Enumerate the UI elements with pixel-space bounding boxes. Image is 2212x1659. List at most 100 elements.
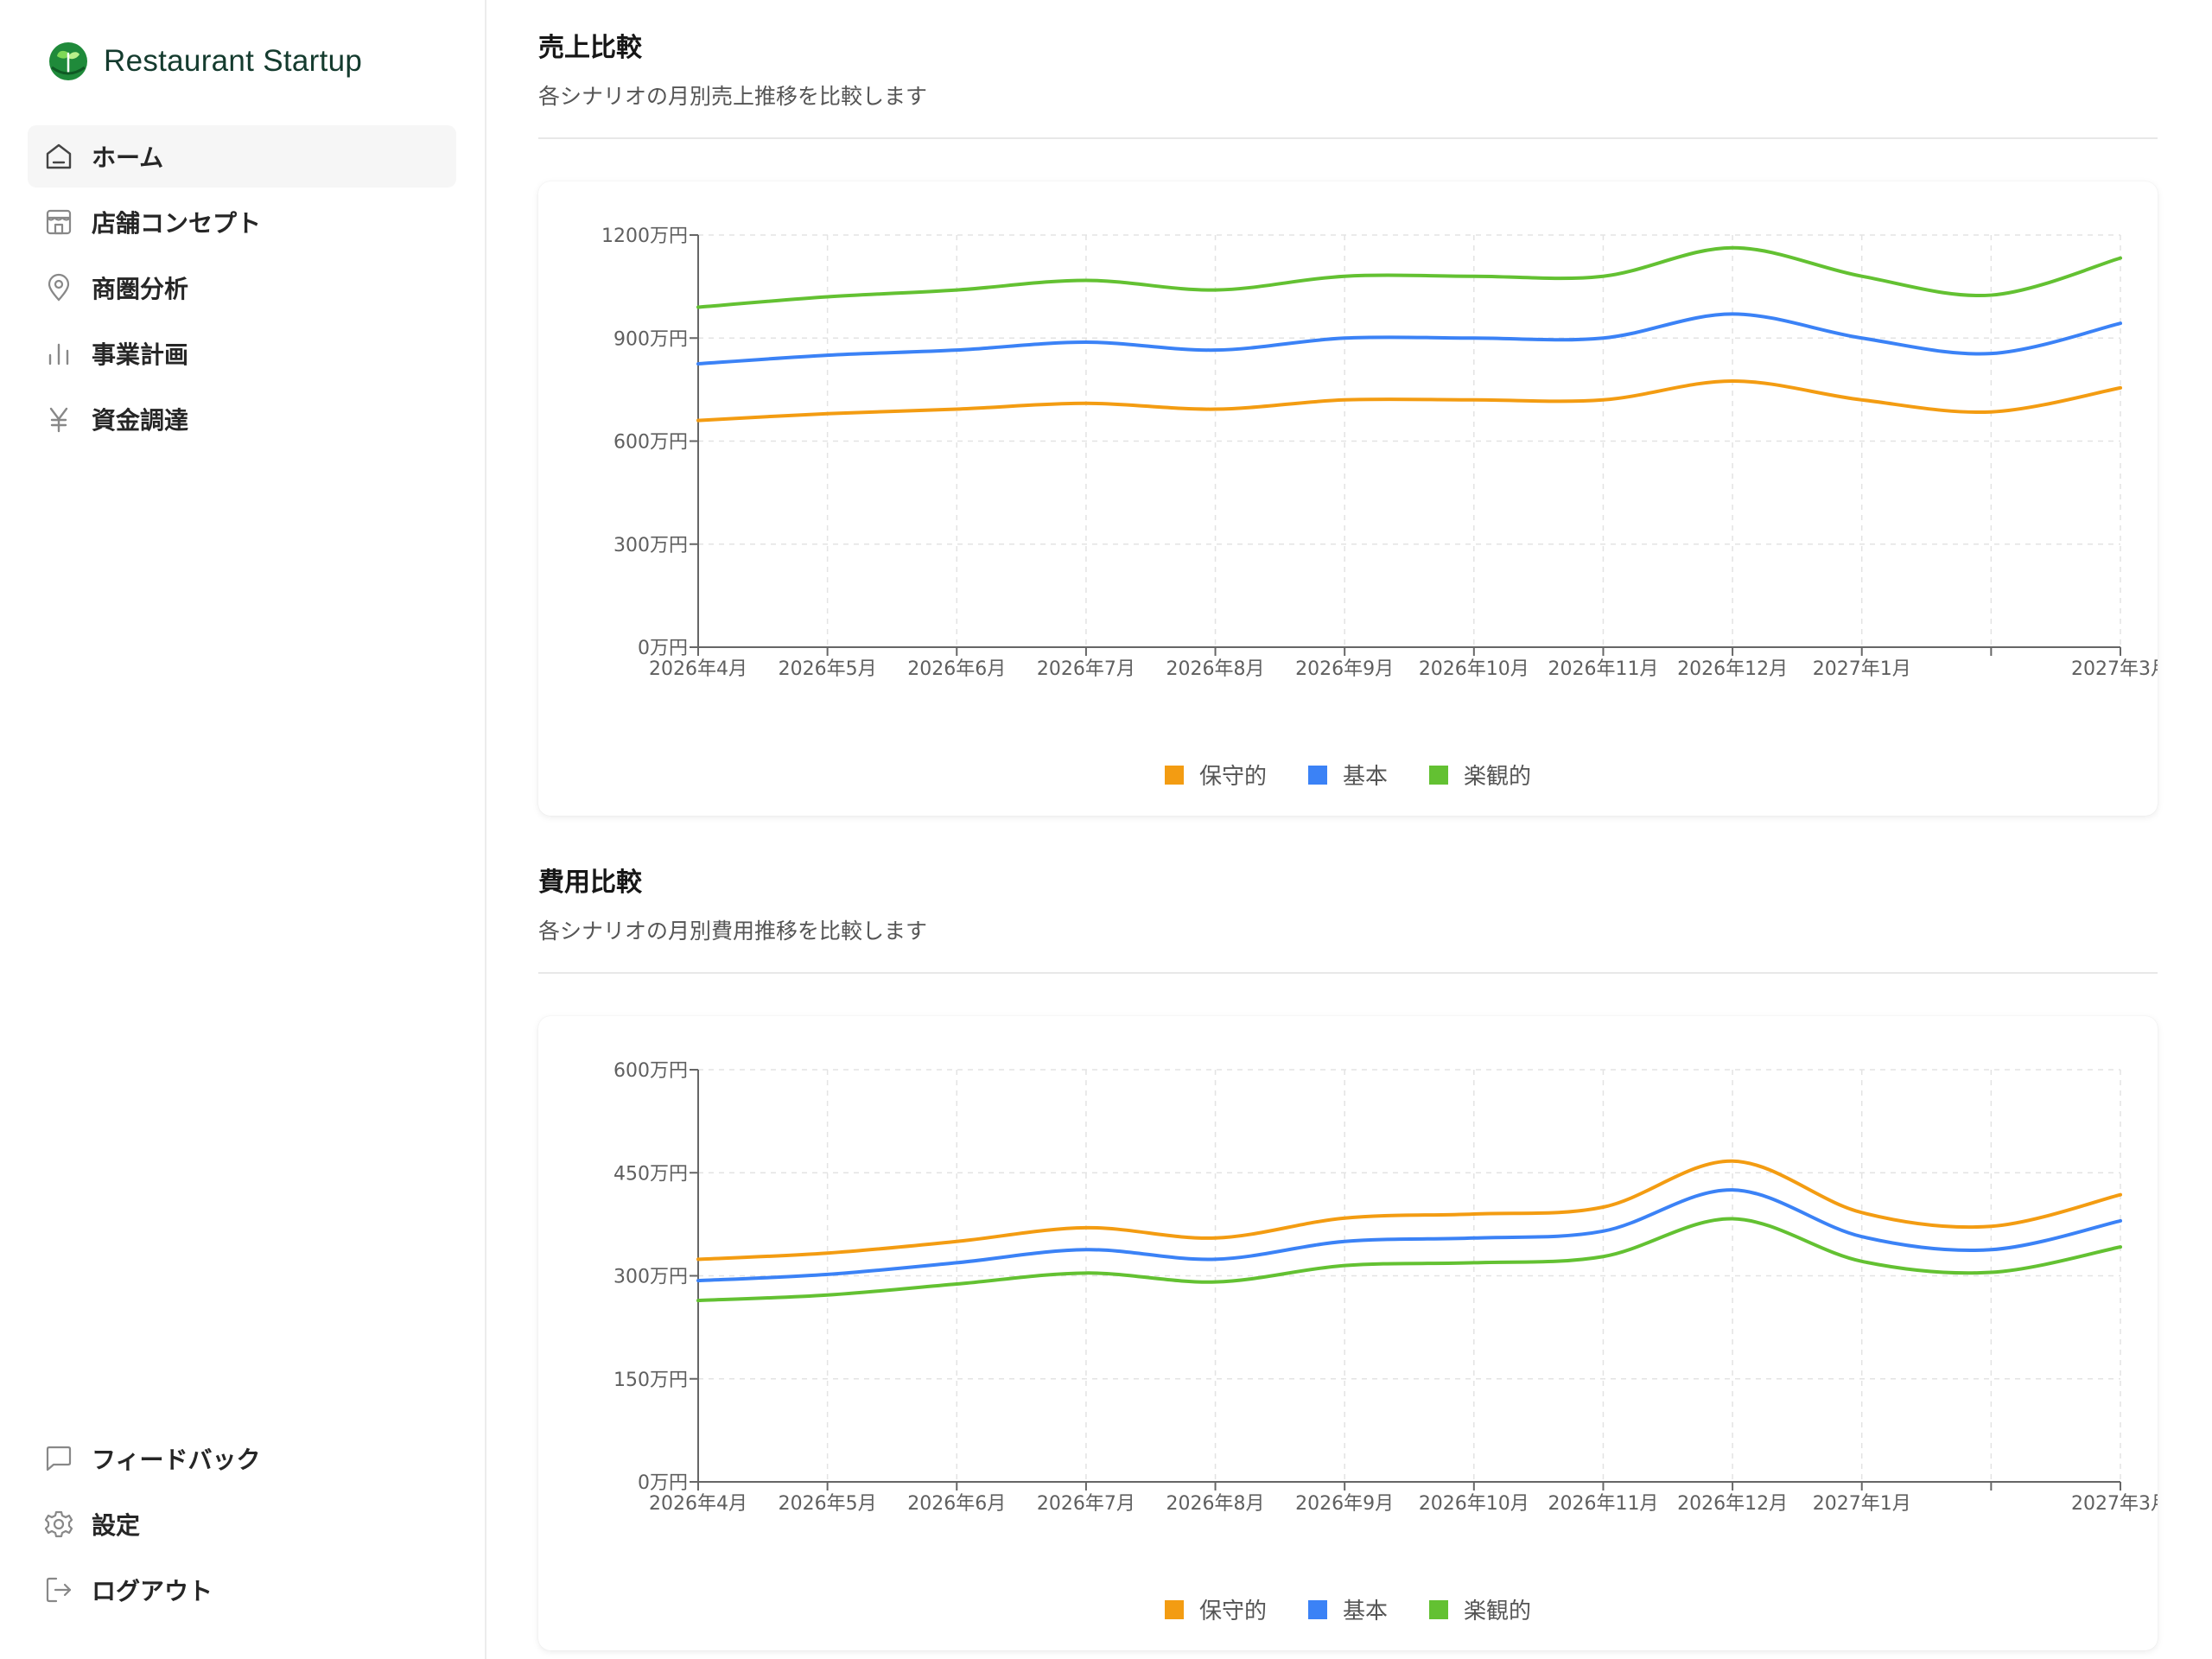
- x-tick-label: 2026年12月: [1677, 1493, 1788, 1515]
- gear-icon: [44, 1510, 73, 1538]
- revenue-chart-card: 0万円 300万円 600万円 900万円 1200万円 2026年4月 2026年5月 20…: [538, 181, 2158, 816]
- legend-item[interactable]: 基本: [1307, 1593, 1388, 1625]
- sidebar-item-label: 設定: [92, 1511, 141, 1540]
- x-tick-label: 2026年11月: [1548, 658, 1658, 680]
- legend-item[interactable]: 楽観的: [1429, 759, 1531, 791]
- section-subtitle: 各シナリオの月別売上推移を比較します: [538, 84, 928, 109]
- store-icon: [46, 209, 72, 235]
- main-nav: ホーム 店舗コンセプト 商圏分析 事業計画 資金調達: [28, 125, 456, 454]
- legend-label: 楽観的: [1464, 1599, 1532, 1624]
- sidebar-item-label: ログアウト: [92, 1577, 213, 1605]
- legend-item[interactable]: 保守的: [1164, 759, 1267, 791]
- legend-swatch: [1164, 765, 1184, 785]
- series-line[interactable]: [696, 378, 2122, 423]
- sidebar-item-label: ホーム: [92, 143, 164, 172]
- y-tick-label: 0万円: [638, 638, 688, 659]
- y-tick-label: 0万円: [638, 1472, 688, 1494]
- section-subtitle: 各シナリオの月別費用推移を比較します: [538, 918, 928, 944]
- x-tick-label: 2026年7月: [1037, 1493, 1135, 1515]
- message-icon: [46, 1446, 72, 1471]
- sidebar: Restaurant Startup ホーム 店舗コンセプト 商圏分析 事業計画…: [0, 0, 486, 1659]
- series-line[interactable]: [696, 312, 2122, 366]
- revenue-comparison-section: 売上比較 各シナリオの月別売上推移を比較します 0万円 300万円 600万円 900…: [538, 26, 2158, 821]
- y-tick-label: 900万円: [613, 328, 688, 350]
- legend-swatch: [1429, 765, 1448, 785]
- legend-label: 基本: [1342, 764, 1388, 790]
- brand-name: Restaurant Startup: [104, 44, 363, 78]
- x-tick-label: 2026年5月: [779, 658, 877, 680]
- legend-swatch: [1307, 1599, 1327, 1619]
- legend-swatch: [1307, 765, 1327, 785]
- sidebar-item-home[interactable]: ホーム: [28, 125, 456, 188]
- section-title: 費用比較: [538, 868, 642, 898]
- y-tick-label: 150万円: [613, 1370, 688, 1391]
- leaf-logo-icon: [49, 42, 87, 80]
- legend-label: 楽観的: [1464, 764, 1532, 790]
- x-tick-label: 2026年6月: [907, 658, 1006, 680]
- sidebar-item-trade-area[interactable]: 商圏分析: [28, 257, 456, 319]
- series-line[interactable]: [696, 245, 2122, 309]
- x-tick-label: 2026年12月: [1677, 658, 1788, 680]
- section-divider: [538, 137, 2158, 139]
- x-tick-label: 2026年10月: [1419, 1493, 1529, 1515]
- section-title: 売上比較: [538, 33, 642, 63]
- x-tick-label: 2026年6月: [907, 1493, 1006, 1515]
- expense-comparison-section: 費用比較 各シナリオの月別費用推移を比較します 0万円 150万円 300万円 450…: [538, 861, 2158, 1656]
- legend-item[interactable]: 基本: [1307, 759, 1388, 791]
- expense-line-chart: 0万円 150万円 300万円 450万円 600万円 2026年4月 2026年5月 202…: [613, 1060, 2158, 1515]
- x-tick-label: 2026年4月: [649, 658, 747, 680]
- x-tick-label: 2026年8月: [1166, 658, 1265, 680]
- revenue-line-chart: 0万円 300万円 600万円 900万円 1200万円 2026年4月 2026年5月 20…: [601, 226, 2158, 680]
- expense-chart-card: 0万円 150万円 300万円 450万円 600万円 2026年4月 2026年5月 202…: [538, 1016, 2158, 1650]
- sidebar-item-label: 店舗コンセプト: [92, 209, 262, 238]
- x-tick-label: 2026年4月: [649, 1493, 747, 1515]
- logout-icon: [46, 1577, 72, 1603]
- sidebar-item-logout[interactable]: ログアウト: [28, 1559, 456, 1621]
- section-divider: [538, 972, 2158, 974]
- x-tick-label: 2026年9月: [1295, 658, 1394, 680]
- legend-item[interactable]: 楽観的: [1429, 1593, 1531, 1625]
- x-tick-label: 2026年9月: [1295, 1493, 1394, 1515]
- series-line[interactable]: [696, 1217, 2122, 1303]
- legend-label: 保守的: [1198, 1599, 1267, 1624]
- x-tick-label: 2027年1月: [1813, 658, 1911, 680]
- brand[interactable]: Restaurant Startup: [48, 41, 362, 81]
- sidebar-item-business-plan[interactable]: 事業計画: [28, 322, 456, 385]
- x-tick-label: 2026年11月: [1548, 1493, 1658, 1515]
- app-root: Restaurant Startup ホーム 店舗コンセプト 商圏分析 事業計画…: [0, 0, 2212, 1659]
- y-tick-label: 300万円: [613, 1267, 688, 1288]
- x-tick-label: 2027年1月: [1813, 1493, 1911, 1515]
- x-tick-label: 2026年10月: [1419, 658, 1529, 680]
- bar-chart-icon: [48, 343, 69, 365]
- x-tick-label: 2026年5月: [779, 1493, 877, 1515]
- yen-icon: [49, 407, 68, 433]
- sidebar-item-label: 資金調達: [92, 406, 189, 435]
- legend-label: 保守的: [1198, 764, 1267, 790]
- y-tick-label: 600万円: [613, 1060, 688, 1082]
- secondary-nav: フィードバック 設定 ログアウト: [28, 1427, 456, 1624]
- sidebar-item-label: 事業計画: [92, 340, 189, 369]
- sidebar-item-feedback[interactable]: フィードバック: [28, 1427, 456, 1490]
- map-pin-icon: [48, 273, 70, 302]
- x-tick-label: 2026年8月: [1166, 1493, 1265, 1515]
- sidebar-item-store-concept[interactable]: 店舗コンセプト: [28, 191, 456, 253]
- series-line[interactable]: [696, 1188, 2122, 1283]
- y-tick-label: 600万円: [613, 432, 688, 454]
- x-tick-label: 2027年3月: [2071, 658, 2158, 680]
- sidebar-item-funding[interactable]: 資金調達: [28, 388, 456, 450]
- x-tick-label: 2027年3月: [2071, 1493, 2158, 1515]
- home-icon: [46, 143, 72, 169]
- chart-legend: 保守的 基本 楽観的: [538, 1593, 2158, 1625]
- y-tick-label: 450万円: [613, 1163, 688, 1185]
- sidebar-item-settings[interactable]: 設定: [28, 1493, 456, 1555]
- y-tick-label: 1200万円: [601, 226, 688, 247]
- legend-label: 基本: [1342, 1599, 1388, 1624]
- legend-item[interactable]: 保守的: [1164, 1593, 1267, 1625]
- x-tick-label: 2026年7月: [1037, 658, 1135, 680]
- sidebar-item-label: 商圏分析: [92, 275, 189, 303]
- chart-legend: 保守的 基本 楽観的: [538, 759, 2158, 791]
- legend-swatch: [1429, 1599, 1448, 1619]
- sidebar-item-label: フィードバック: [92, 1446, 261, 1474]
- legend-swatch: [1164, 1599, 1184, 1619]
- main-content: 売上比較 各シナリオの月別売上推移を比較します 0万円 300万円 600万円 900…: [486, 0, 2212, 1659]
